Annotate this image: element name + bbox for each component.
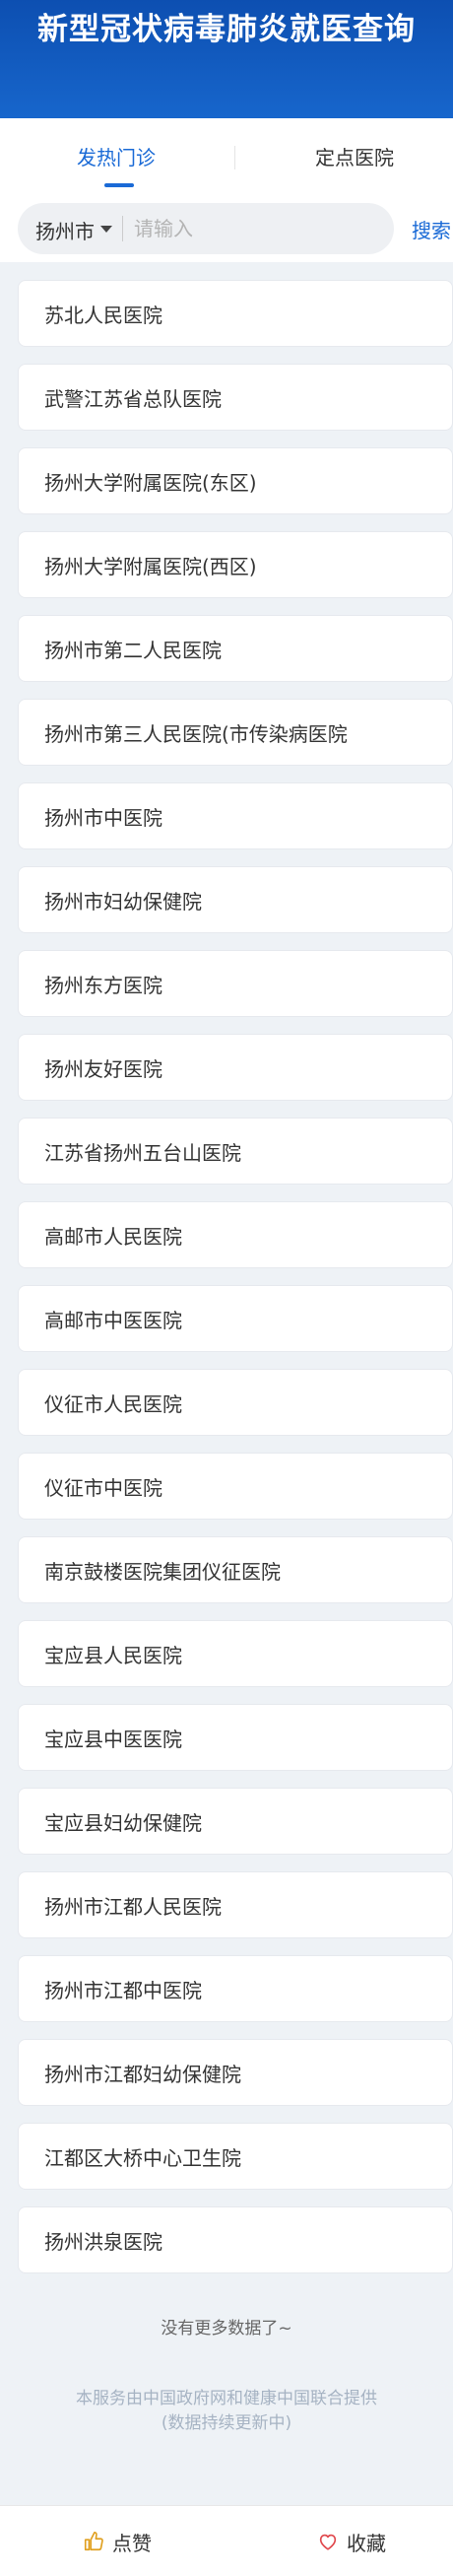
like-label: 点赞 xyxy=(112,2531,152,2555)
hospital-name: 南京鼓楼医院集团仪征医院 xyxy=(44,1559,281,1584)
hospital-list-item[interactable]: 扬州大学附属医院(西区) xyxy=(18,531,453,598)
hospital-name: 苏北人民医院 xyxy=(44,303,162,327)
tab-fever-clinic[interactable]: 发热门诊 xyxy=(77,142,156,170)
city-select[interactable]: 扬州市 xyxy=(35,216,95,244)
hospital-list-item[interactable]: 仪征市中医院 xyxy=(18,1453,453,1520)
hospital-list-item[interactable]: 宝应县妇幼保健院 xyxy=(18,1788,453,1855)
search-button[interactable]: 搜索 xyxy=(412,215,451,243)
hospital-list-item[interactable]: 扬州东方医院 xyxy=(18,950,453,1017)
header: 新型冠状病毒肺炎就医查询 xyxy=(0,0,453,118)
hospital-name: 武警江苏省总队医院 xyxy=(44,386,222,411)
hospital-list: 苏北人民医院武警江苏省总队医院扬州大学附属医院(东区) 扬州大学附属医院(西区) 扬… xyxy=(18,280,453,2290)
hospital-name: 扬州市中医院 xyxy=(44,805,162,830)
hospital-list-item[interactable]: 仪征市人民医院 xyxy=(18,1369,453,1436)
hospital-name: 高邮市中医医院 xyxy=(44,1308,182,1332)
hospital-name: 扬州市第三人民医院(市传染病医院 xyxy=(44,721,348,746)
hospital-name: 扬州市妇幼保健院 xyxy=(44,889,202,914)
hospital-name: 宝应县人民医院 xyxy=(44,1643,182,1667)
heart-icon xyxy=(319,2534,337,2550)
hospital-name: 高邮市人民医院 xyxy=(44,1224,182,1249)
hospital-list-item[interactable]: 江苏省扬州五台山医院 xyxy=(18,1118,453,1185)
search-bar: 扬州市 搜索 xyxy=(0,197,453,262)
hospital-list-item[interactable]: 扬州市江都妇幼保健院 xyxy=(18,2039,453,2106)
hospital-name: 宝应县妇幼保健院 xyxy=(44,1810,202,1835)
hospital-name: 宝应县中医医院 xyxy=(44,1727,182,1751)
hospital-name: 扬州大学附属医院(西区) xyxy=(44,554,257,578)
tab-bar: 发热门诊 定点医院 xyxy=(0,118,453,197)
footer-line-1: 本服务由中国政府网和健康中国联合提供 xyxy=(76,2389,377,2408)
hospital-name: 江苏省扬州五台山医院 xyxy=(44,1140,241,1165)
hospital-list-item[interactable]: 苏北人民医院 xyxy=(18,280,453,347)
like-button[interactable]: 点赞 xyxy=(83,2524,152,2559)
hospital-list-item[interactable]: 扬州市第二人民医院 xyxy=(18,615,453,682)
hospital-name: 扬州大学附属医院(东区) xyxy=(44,470,257,495)
page-title: 新型冠状病毒肺炎就医查询 xyxy=(37,12,416,47)
tab-designated-hospital[interactable]: 定点医院 xyxy=(315,142,394,170)
hospital-list-item[interactable]: 扬州市第三人民医院(市传染病医院 xyxy=(18,699,453,766)
hospital-name: 扬州市江都中医院 xyxy=(44,1978,202,2002)
hospital-name: 扬州友好医院 xyxy=(44,1056,162,1081)
hospital-name: 扬州市江都妇幼保健院 xyxy=(44,2062,241,2086)
hospital-list-item[interactable]: 扬州市江都中医院 xyxy=(18,1955,453,2022)
search-separator xyxy=(122,216,123,241)
hospital-list-item[interactable]: 高邮市人民医院 xyxy=(18,1201,453,1268)
hospital-name: 扬州东方医院 xyxy=(44,973,162,997)
footer-note: 本服务由中国政府网和健康中国联合提供 (数据持续更新中) xyxy=(0,2387,453,2436)
hospital-list-item[interactable]: 扬州市中医院 xyxy=(18,782,453,849)
hospital-list-item[interactable]: 宝应县中医医院 xyxy=(18,1704,453,1771)
hospital-name: 仪征市人民医院 xyxy=(44,1391,182,1416)
hospital-name: 扬州洪泉医院 xyxy=(44,2229,162,2254)
hospital-name: 仪征市中医院 xyxy=(44,1475,162,1500)
active-tab-indicator xyxy=(104,183,134,187)
favorite-button[interactable]: 收藏 xyxy=(317,2524,386,2559)
hospital-list-item[interactable]: 江都区大桥中心卫生院 xyxy=(18,2123,453,2190)
bottom-bar: 点赞 收藏 xyxy=(0,2505,453,2576)
hospital-list-item[interactable]: 高邮市中医医院 xyxy=(18,1285,453,1352)
thumbs-up-icon xyxy=(84,2532,103,2551)
hospital-list-item[interactable]: 扬州大学附属医院(东区) xyxy=(18,447,453,514)
footer-line-2: (数据持续更新中) xyxy=(161,2413,292,2433)
hospital-name: 扬州市第二人民医院 xyxy=(44,638,222,662)
hospital-name: 江都区大桥中心卫生院 xyxy=(44,2145,241,2170)
hospital-name: 扬州市江都人民医院 xyxy=(44,1894,222,1919)
tab-divider xyxy=(234,146,235,169)
hospital-list-item[interactable]: 武警江苏省总队医院 xyxy=(18,364,453,431)
hospital-list-item[interactable]: 扬州市江都人民医院 xyxy=(18,1871,453,1938)
hospital-list-item[interactable]: 扬州洪泉医院 xyxy=(18,2206,453,2273)
search-box: 扬州市 xyxy=(18,203,394,254)
favorite-label: 收藏 xyxy=(347,2531,386,2555)
search-input[interactable] xyxy=(134,211,380,246)
hospital-list-item[interactable]: 扬州市妇幼保健院 xyxy=(18,866,453,933)
hospital-list-item[interactable]: 扬州友好医院 xyxy=(18,1034,453,1101)
hospital-list-item[interactable]: 南京鼓楼医院集团仪征医院 xyxy=(18,1536,453,1603)
hospital-list-item[interactable]: 宝应县人民医院 xyxy=(18,1620,453,1687)
list-end-text: 没有更多数据了~ xyxy=(161,2319,292,2339)
caret-down-icon[interactable] xyxy=(100,226,112,233)
